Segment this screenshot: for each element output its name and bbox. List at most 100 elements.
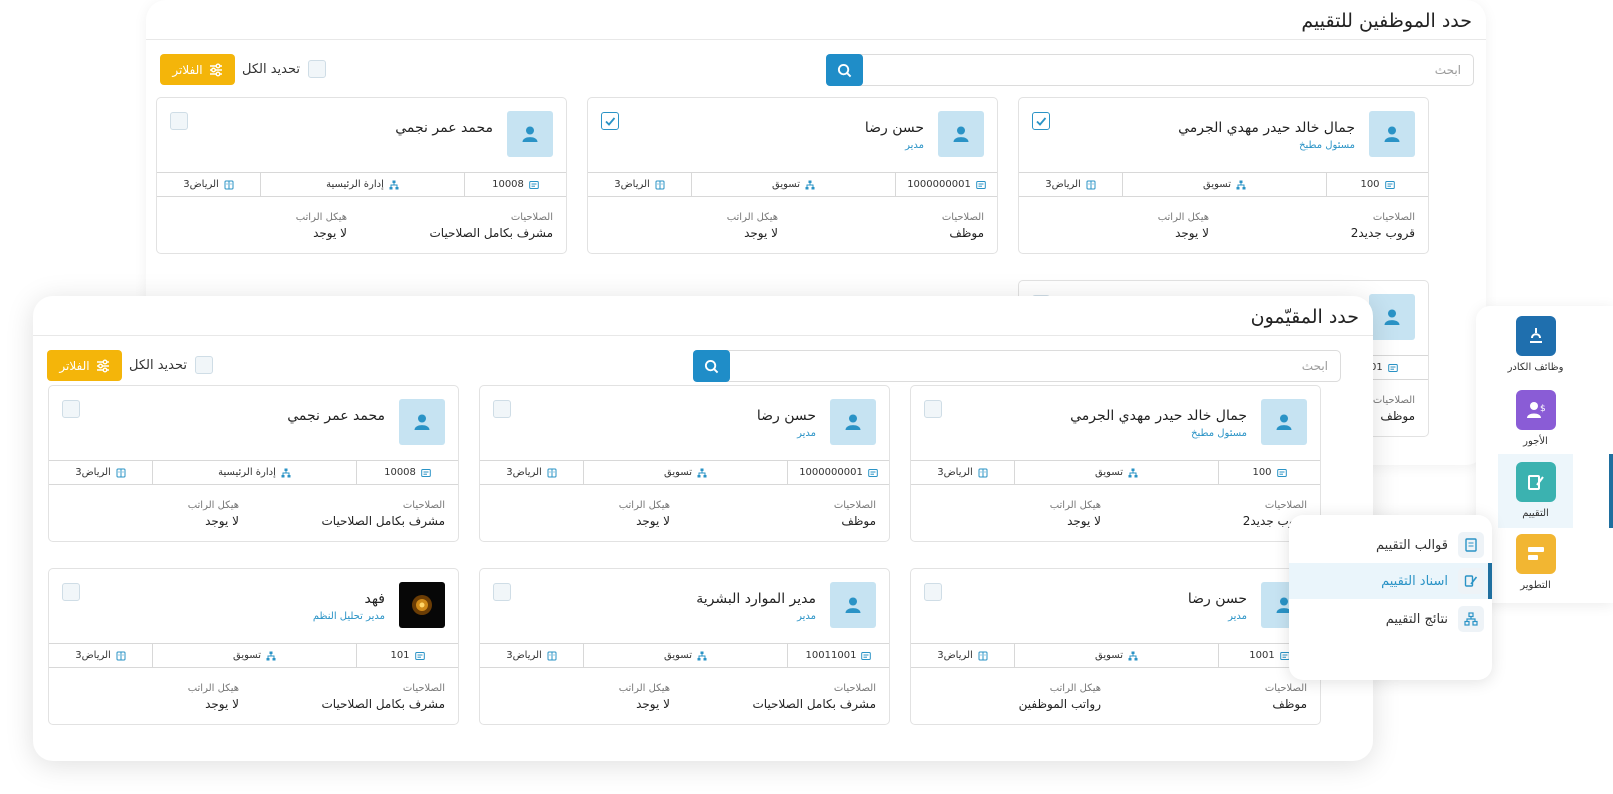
info-bar: 10008 إدارة الرئيسية الرياض3: [157, 172, 566, 197]
svg-text:$: $: [1540, 404, 1546, 414]
page-title: حدد المقيّمون: [1250, 306, 1359, 328]
select-checkbox[interactable]: [493, 583, 511, 601]
info-bar: 1001 تسويق الرياض3: [911, 643, 1320, 668]
department-value: تسويق: [664, 650, 692, 661]
org-chart-icon: [389, 180, 399, 190]
id-value: 1000000001: [907, 179, 971, 190]
employee-branch: الرياض3: [911, 644, 1014, 667]
id-value: 101: [390, 650, 410, 661]
employee-card[interactable]: مدير الموارد البشرية مدير 10011001 تسويق الر…: [479, 568, 890, 725]
select-checkbox[interactable]: [924, 400, 942, 418]
select-checkbox[interactable]: [601, 112, 619, 130]
avatar: [1369, 294, 1415, 340]
salary-structure-label: هيكل الراتب: [1049, 683, 1101, 694]
search-button[interactable]: [693, 350, 730, 382]
filter-button[interactable]: الفلاتر: [47, 350, 122, 381]
building-icon: [978, 468, 988, 478]
branch-value: الرياض3: [506, 650, 542, 661]
person-icon: [843, 595, 863, 615]
search-icon: [704, 359, 719, 373]
permissions-label: الصلاحيات: [510, 212, 553, 223]
select-checkbox[interactable]: [1032, 112, 1050, 130]
permissions-value: موظف: [1272, 697, 1307, 711]
search-icon: [837, 63, 852, 77]
info-bar: 100 تسويق الرياض3: [911, 460, 1320, 485]
id-card-icon: [976, 180, 986, 190]
permissions-label: الصلاحيات: [941, 212, 984, 223]
department-value: تسويق: [1203, 179, 1231, 190]
employee-id: 100: [1326, 173, 1428, 196]
employee-card[interactable]: فهد مدير تحليل النظم 101 تسويق الرياض3 الصلاح…: [48, 568, 459, 725]
employee-card[interactable]: محمد عمر نجمي 10008 إدارة الرئيسية الرياض3 ا…: [156, 97, 567, 254]
employee-card[interactable]: جمال خالد حيدر مهدي الجرمي مسئول مطبخ 100 ت…: [910, 385, 1321, 542]
checkmark-icon: [1035, 115, 1047, 127]
filter-label: الفلاتر: [59, 358, 90, 373]
employee-card[interactable]: حسن رضا مدير 1000000001 تسويق الرياض3 الصلاحي…: [479, 385, 890, 542]
sidebar-item-salaries[interactable]: $ الأجور: [1498, 390, 1573, 447]
info-bar: 10011001 تسويق الرياض3: [480, 643, 889, 668]
employee-card[interactable]: جمال خالد حيدر مهدي الجرمي مسئول مطبخ 100 ت…: [1018, 97, 1429, 254]
employee-name: جمال خالد حيدر مهدي الجرمي: [1178, 120, 1355, 136]
sidebar-label: وظائف الكادر: [1507, 362, 1564, 373]
employee-branch: الرياض3: [49, 644, 152, 667]
building-icon: [116, 651, 126, 661]
search-input[interactable]: ابحث: [826, 54, 1474, 86]
select-checkbox[interactable]: [62, 583, 80, 601]
sidebar-item-job-functions[interactable]: وظائف الكادر: [1498, 316, 1573, 373]
employee-branch: الرياض3: [911, 461, 1014, 484]
sidebar-item-development[interactable]: التطوير: [1498, 534, 1573, 591]
employee-branch: الرياض3: [480, 644, 583, 667]
department-value: تسويق: [1095, 650, 1123, 661]
permissions-value: مشرف بكامل الصلاحيات: [429, 226, 553, 240]
info-bar: 1000000001 تسويق الرياض3: [588, 172, 997, 197]
employee-id: 10011001: [787, 644, 889, 667]
app-sidebar: وظائف الكادر $ الأجور التقييم التطوير: [1476, 306, 1613, 603]
salary-structure-label: هيكل الراتب: [618, 500, 670, 511]
search-button[interactable]: [826, 54, 863, 86]
id-card-icon: [1276, 468, 1287, 478]
org-chart-icon: [1128, 651, 1138, 661]
permissions-label: الصلاحيات: [833, 500, 876, 511]
employee-card[interactable]: حسن رضا مدير 1000000001 تسويق الرياض3 الصلاحي…: [587, 97, 998, 254]
select-all-checkbox[interactable]: [308, 60, 327, 78]
employee-department: تسويق: [1122, 173, 1326, 196]
salary-structure-value: لا يوجد: [313, 226, 347, 240]
id-card-icon: [529, 180, 539, 190]
employee-card[interactable]: محمد عمر نجمي 10008 إدارة الرئيسية الرياض3 ا…: [48, 385, 459, 542]
select-all[interactable]: تحديد الكل: [129, 353, 214, 377]
sidebar-item-evaluation[interactable]: التقييم: [1498, 454, 1573, 528]
branch-value: الرياض3: [75, 650, 111, 661]
submenu-item-templates[interactable]: قوالب التقييم: [1289, 527, 1492, 563]
checkmark-icon: [604, 115, 616, 127]
employee-name: حسن رضا: [1187, 591, 1247, 607]
id-card-icon: [1384, 180, 1395, 190]
submenu-item-assign[interactable]: اسناد التقييم: [1289, 563, 1492, 599]
department-value: تسويق: [1095, 467, 1123, 478]
employee-branch: الرياض3: [157, 173, 260, 196]
employee-id: 1000000001: [895, 173, 997, 196]
evaluation-icon: [1515, 462, 1556, 502]
select-checkbox[interactable]: [493, 400, 511, 418]
permissions-label: الصلاحيات: [402, 500, 445, 511]
permissions-label: الصلاحيات: [833, 683, 876, 694]
select-all-checkbox[interactable]: [195, 356, 214, 374]
search-input[interactable]: ابحث: [693, 350, 1341, 382]
employee-department: تسويق: [1014, 644, 1218, 667]
employee-card[interactable]: حسن رضا مدير 1001 تسويق الرياض3 الصلاحيات موظف…: [910, 568, 1321, 725]
filter-button[interactable]: الفلاتر: [160, 54, 235, 85]
employee-id: 10008: [356, 461, 458, 484]
id-value: 100: [1360, 179, 1380, 190]
select-checkbox[interactable]: [170, 112, 188, 130]
select-checkbox[interactable]: [62, 400, 80, 418]
person-icon: [1382, 124, 1402, 144]
select-checkbox[interactable]: [924, 583, 942, 601]
submenu-item-results[interactable]: نتائج التقييم: [1289, 601, 1492, 637]
evaluation-submenu: قوالب التقييم اسناد التقييم نتائج التقيي…: [1289, 515, 1492, 680]
employee-id: 101: [356, 644, 458, 667]
search-placeholder: ابحث: [1434, 63, 1461, 77]
permissions-label: الصلاحيات: [1264, 683, 1307, 694]
avatar: [1369, 111, 1415, 157]
permissions-label: الصلاحيات: [402, 683, 445, 694]
employee-department: إدارة الرئيسية: [152, 461, 356, 484]
select-all[interactable]: تحديد الكل: [242, 57, 327, 81]
